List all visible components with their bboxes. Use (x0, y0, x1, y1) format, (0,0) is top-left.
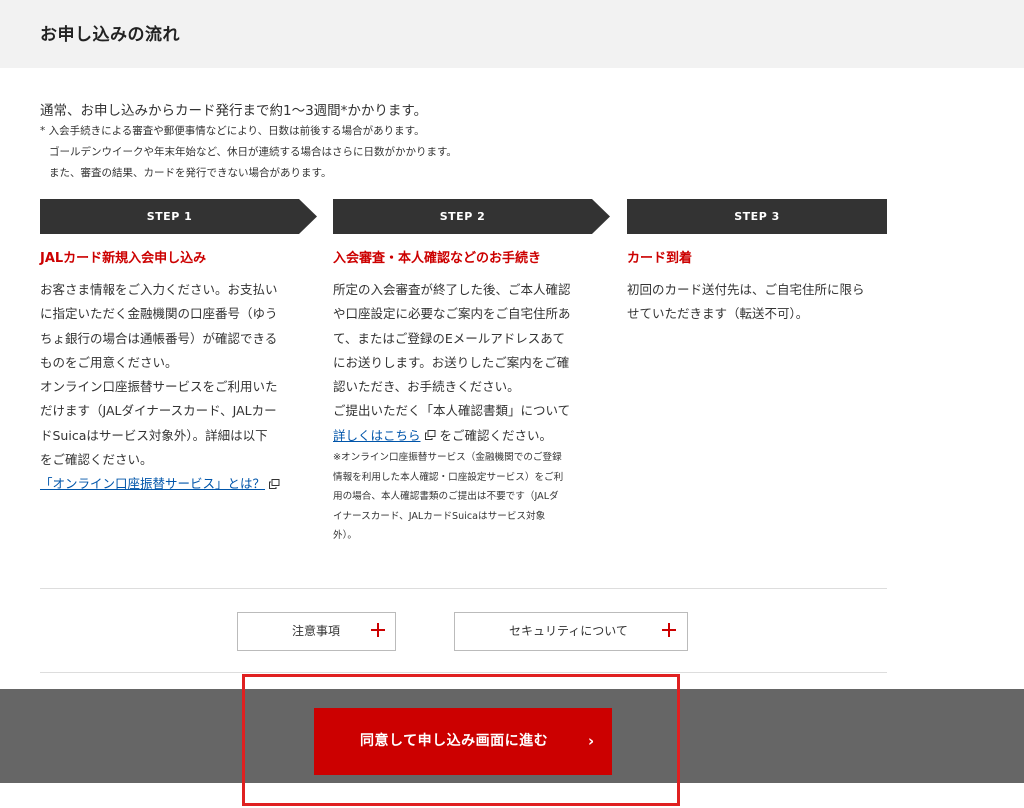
notes-accordion-label: 注意事項 (292, 624, 341, 638)
header-band: お申し込みの流れ (0, 0, 1024, 68)
step-2-line: にお送りします。お送りしたご案内をご確 (333, 354, 570, 370)
step-2-link-row: 詳しくはこちら をご確認ください。 (333, 424, 605, 448)
online-transfer-service-link[interactable]: 「オンライン口座振替サービス」とは？ (40, 476, 265, 491)
step-2-title: 入会審査・本人確認などのお手続き (333, 251, 542, 266)
step-3-line: せていただきます（転送不可）。 (627, 306, 809, 322)
step-2-line: 認いただき、お手続きください。 (333, 379, 520, 395)
chevron-right-icon: › (588, 732, 595, 750)
details-link[interactable]: 詳しくはこちら (333, 428, 421, 443)
step-2-small-note: ※オンライン口座振替サービス（金融機関でのご登録 情報を利用した本人確認・口座設… (333, 448, 605, 546)
step-3-body: 初回のカード送付先は、ご自宅住所に限ら せていただきます（転送不可）。 (627, 278, 889, 327)
details-link-suffix: をご確認ください。 (439, 427, 553, 443)
step-1-line: をご確認ください。 (40, 452, 153, 468)
intro-text: 通常、お申し込みからカード発行まで約1〜3週間*かかります。 (40, 103, 428, 119)
plus-icon (371, 623, 385, 637)
step-1-line: ものをご用意ください。 (40, 354, 178, 370)
security-accordion-label: セキュリティについて (509, 624, 628, 638)
step-3-label: STEP 3 (734, 210, 780, 223)
plus-icon (662, 623, 676, 637)
step-1-link-row: 「オンライン口座振替サービス」とは？ (40, 472, 310, 496)
intro-note-2: ゴールデンウイークや年末年始など、休日が連続する場合はさらに日数がかかります。 (49, 146, 457, 158)
section-divider-top (40, 588, 887, 589)
step-1-title: JALカード新規入会申し込み (40, 251, 207, 266)
step-2-body: 所定の入会審査が終了した後、ご本人確認 や口座設定に必要なご案内をご自宅住所あ … (333, 278, 605, 546)
security-accordion-button[interactable]: セキュリティについて (454, 612, 688, 651)
intro-note-1: * 入会手続きによる審査や郵便事情などにより、日数は前後する場合があります。 (40, 125, 425, 137)
step-1-line: お客さま情報をご入力ください。お支払い (40, 282, 278, 297)
step-3-line: 初回のカード送付先は、ご自宅住所に限ら (627, 282, 865, 297)
step-2-line: て、またはご登録のEメールアドレスあて (333, 330, 566, 346)
step-2-line: 所定の入会審査が終了した後、ご本人確認 (333, 282, 571, 297)
step-2-line: や口座設定に必要なご案内をご自宅住所あ (333, 306, 571, 322)
step-3-bar: STEP 3 (627, 199, 887, 234)
agree-and-apply-button[interactable]: 同意して申し込み画面に進む › (314, 708, 612, 775)
step-2-line: ご提出いただく「本人確認書類」について (333, 403, 571, 419)
external-link-icon (269, 478, 280, 489)
external-link-icon (424, 430, 436, 441)
step-1-line: ちょ銀行の場合は通帳番号）が確認できる (40, 330, 278, 346)
step-2-note-line: イナースカード、JALカードSuicaはサービス対象 (333, 510, 546, 522)
step-3-title: カード到着 (627, 251, 693, 266)
step-2-note-line: 情報を利用した本人確認・口座設定サービス）をご利 (333, 471, 564, 483)
step-1-bar: STEP 1 (40, 199, 318, 234)
step-2-note-line: ※オンライン口座振替サービス（金融機関でのご登録 (333, 452, 562, 464)
notes-accordion-button[interactable]: 注意事項 (237, 612, 396, 651)
step-1-line: に指定いただく金融機関の口座番号（ゆう (40, 306, 278, 322)
page-title: お申し込みの流れ (40, 25, 180, 45)
step-1-label: STEP 1 (146, 210, 193, 223)
step-1-line: だけます（JALダイナースカード、JALカー (40, 403, 277, 419)
intro-note-3: また、審査の結果、カードを発行できない場合があります。 (49, 167, 332, 179)
section-divider-bottom (40, 672, 887, 673)
step-1-body: お客さま情報をご入力ください。お支払い に指定いただく金融機関の口座番号（ゆう … (40, 278, 310, 497)
step-2-bar: STEP 2 (333, 199, 611, 234)
agree-and-apply-label: 同意して申し込み画面に進む (360, 733, 549, 749)
step-2-label: STEP 2 (439, 210, 486, 223)
step-2-note-line: 外）。 (333, 530, 357, 542)
step-2-note-line: 用の場合、本人確認書類のご提出は不要です（JALダ (333, 491, 559, 503)
footer-bottom-strip (0, 783, 1024, 808)
step-1-line: ドSuicaはサービス対象外）。詳細は以下 (40, 427, 268, 443)
step-1-line: オンライン口座振替サービスをご利用いた (40, 379, 278, 395)
